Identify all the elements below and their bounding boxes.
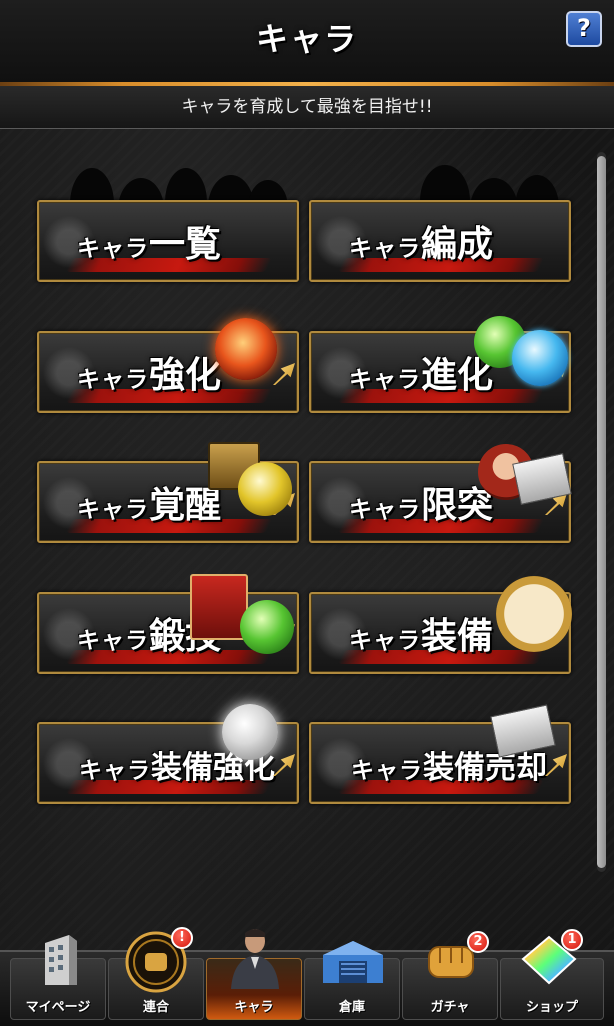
up-arrow-icon [273, 363, 295, 385]
menu-label: キャラ一覧 [77, 224, 222, 265]
nav-tab-gacha[interactable]: 2 ガチャ [402, 931, 498, 1020]
menu-label: キャラ装備売却 [351, 750, 547, 786]
warehouse-icon [323, 941, 383, 983]
blue-orb-icon [512, 330, 568, 386]
nav-label: マイページ [25, 1000, 91, 1015]
notification-badge: 2 [467, 931, 489, 953]
pocket-watch-icon [496, 576, 572, 652]
menu-label: キャラ限突 [349, 485, 494, 526]
nav-tab-alliance[interactable]: ! 連合 [108, 927, 204, 1020]
scrollbar-thumb[interactable] [597, 156, 606, 868]
up-arrow-icon [545, 754, 567, 776]
notification-badge: 1 [561, 929, 583, 951]
fire-orb-icon [215, 318, 277, 380]
nav-label: ガチャ [430, 1000, 470, 1015]
building-icon [45, 935, 77, 985]
nav-tab-shop[interactable]: 1 ショップ [500, 929, 604, 1020]
menu-label: キャラ覚醒 [77, 485, 222, 526]
chara-list-button[interactable]: キャラ一覧 [37, 200, 299, 282]
gold-orb-icon [238, 462, 292, 516]
bottom-navigation: マイページ ! 連合 キャラ 倉庫 2 ガチャ 1 ショップ [0, 927, 614, 1026]
header-bar: キャラ ? [0, 0, 614, 82]
menu-label: キャラ強化 [77, 355, 222, 396]
nav-label: ショップ [525, 1000, 578, 1015]
menu-label: キャラ編成 [349, 224, 494, 265]
nav-label: キャラ [234, 1000, 274, 1015]
nav-tab-mypage[interactable]: マイページ [10, 935, 106, 1020]
nav-label: 連合 [142, 1000, 169, 1015]
silver-orb-icon [222, 704, 278, 760]
character-icon [231, 929, 279, 989]
nav-tab-chara[interactable]: キャラ [206, 929, 302, 1020]
menu-label: キャラ進化 [349, 355, 494, 396]
chara-formation-button[interactable]: キャラ編成 [309, 200, 571, 282]
subtitle-banner: キャラを育成して最強を目指せ!! [0, 86, 614, 129]
green-t-orb-icon [240, 600, 294, 654]
scrollbar[interactable] [597, 152, 606, 872]
help-button[interactable]: ? [566, 11, 602, 47]
nav-tab-warehouse[interactable]: 倉庫 [304, 941, 400, 1020]
nav-label: 倉庫 [338, 1000, 365, 1015]
up-arrow-icon [273, 754, 295, 776]
menu-label: キャラ装備 [349, 616, 494, 657]
notification-badge: ! [171, 927, 193, 949]
page-title: キャラ [255, 20, 358, 58]
